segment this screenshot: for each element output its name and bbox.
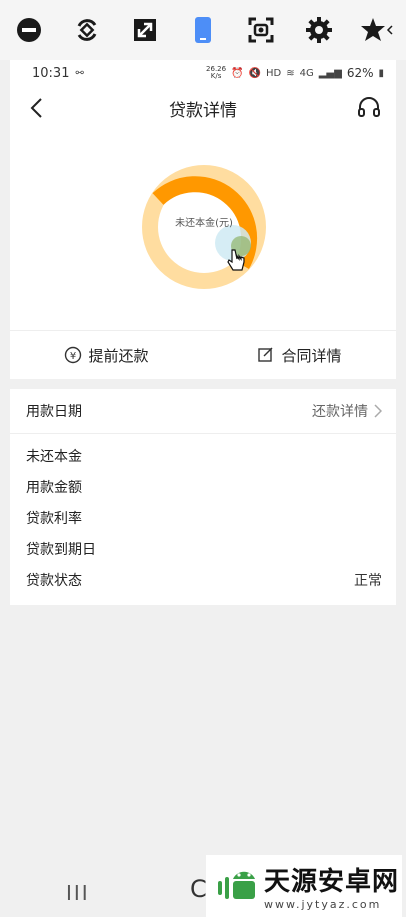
headset-icon[interactable]: [356, 95, 382, 121]
list-item: 贷款到期日: [26, 541, 96, 558]
edit-document-icon: [258, 347, 273, 362]
gear-icon[interactable]: [302, 13, 336, 47]
phone-icon[interactable]: [186, 13, 220, 47]
recorder-toolbar: [0, 0, 406, 60]
contract-details-label: 合同详情: [281, 346, 342, 365]
list-item: 贷款利率: [26, 510, 82, 527]
svg-text:¥: ¥: [70, 351, 76, 362]
nav-bar: 贷款详情: [10, 86, 396, 130]
alarm-icon: ⏰: [231, 67, 244, 79]
rotate-icon[interactable]: [70, 13, 104, 47]
list-item: 贷款状态 正常: [10, 564, 396, 595]
action-bar: ¥ 提前还款 合同详情: [10, 330, 396, 379]
site-watermark: 天源安卓网 www.jytyaz.com: [206, 855, 402, 917]
link-icon: ⚯: [75, 67, 84, 79]
expand-icon[interactable]: [128, 13, 162, 47]
prepay-button[interactable]: ¥ 提前还款: [10, 331, 203, 379]
clock: 10:31: [32, 65, 70, 81]
usage-date-row: 用款日期 还款详情: [10, 389, 396, 434]
wifi-icon: ≋: [286, 67, 295, 79]
repayment-details-link[interactable]: 还款详情: [312, 401, 382, 421]
android-logo-icon: [218, 871, 255, 899]
contract-details-button[interactable]: 合同详情: [203, 331, 396, 379]
hand-cursor-icon: [227, 249, 245, 271]
status-bar: 10:31 ⚯ 26.26 K/s ⏰ 🔇 HD ≋ 4G ▂▄▆ 62% ▮: [10, 60, 396, 86]
network-speed: 26.26 K/s: [206, 65, 227, 80]
list-item: 用款金额: [26, 479, 82, 496]
phone-screen: 10:31 ⚯ 26.26 K/s ⏰ 🔇 HD ≋ 4G ▂▄▆ 62% ▮ …: [10, 60, 396, 917]
yen-coin-icon: ¥: [65, 346, 82, 364]
loan-status-value: 正常: [354, 572, 382, 589]
minus-circle-icon[interactable]: [12, 13, 46, 47]
back-arrow-icon[interactable]: [26, 96, 50, 120]
signal-bars-icon: ▂▄▆: [318, 67, 342, 79]
signal-label: 4G: [299, 67, 314, 79]
star-icon[interactable]: [360, 13, 394, 47]
principal-chart-area: 未还本金(元): [10, 130, 396, 330]
section-divider: [10, 379, 396, 389]
usage-date-label: 用款日期: [26, 404, 82, 420]
loan-details-card: 用款日期 还款详情 未还本金 用款金额 贷款利率 贷款到期日 贷款状态 正常: [10, 389, 396, 605]
page-title: 贷款详情: [169, 100, 237, 121]
donut-center-label: 未还本金(元): [175, 218, 233, 229]
hd-label: HD: [265, 67, 282, 79]
recent-apps-button[interactable]: III: [66, 881, 90, 905]
battery-level: 62%: [346, 66, 374, 80]
chevron-right-icon: [374, 404, 382, 418]
screenshot-icon[interactable]: [244, 13, 278, 47]
prepay-label: 提前还款: [88, 346, 149, 365]
battery-icon: ▮: [378, 67, 384, 79]
watermark-url: www.jytyaz.com: [264, 898, 382, 911]
watermark-title: 天源安卓网: [264, 867, 400, 897]
home-button[interactable]: C: [190, 875, 207, 903]
list-item: 未还本金: [26, 448, 82, 465]
mute-icon: 🔇: [248, 67, 261, 79]
